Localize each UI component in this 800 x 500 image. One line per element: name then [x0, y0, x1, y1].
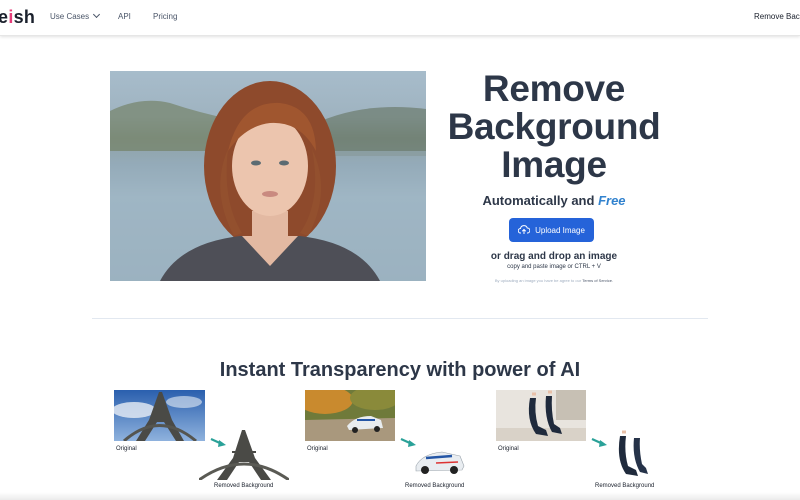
brand-logo[interactable]: eish: [0, 7, 35, 28]
eiffel-tower-cutout: [199, 430, 289, 480]
example-3-result-image: [612, 428, 652, 480]
example-3-original-image: [496, 390, 586, 441]
example-2-original-label: Original: [307, 446, 328, 452]
nav-pricing-link[interactable]: Pricing: [153, 12, 177, 21]
arrow-right-icon: [400, 437, 416, 447]
example-1-original-image: [114, 390, 205, 441]
example-1-result-image: [199, 430, 289, 480]
logo-text-suffix: sh: [13, 7, 36, 27]
rally-car-cutout: [415, 451, 465, 474]
top-navbar: eish Use Cases API Pricing Remove Back: [0, 0, 800, 36]
chevron-down-icon: [93, 10, 101, 19]
section-title: Instant Transparency with power of AI: [219, 359, 581, 381]
terms-of-service-link[interactable]: Terms of Service.: [582, 278, 613, 283]
hero-title-line-3: Image: [501, 144, 607, 185]
upload-image-label: Upload Image: [535, 225, 585, 235]
hero-title-line-2: Background: [447, 106, 661, 147]
rally-car-photo: [305, 390, 395, 441]
paste-hint-text: copy and paste image or CTRL + V: [507, 264, 601, 270]
high-heels-cutout: [618, 430, 648, 476]
cloud-upload-icon: [518, 225, 531, 234]
hero-subtitle: Automatically and Free: [440, 193, 668, 208]
hero-sample-photo: [110, 71, 426, 281]
example-1-result-label: Removed Background: [214, 483, 274, 489]
example-2-result-label: Removed Background: [405, 483, 465, 489]
nav-use-cases-label: Use Cases: [50, 12, 90, 21]
eiffel-tower-photo: [114, 390, 205, 441]
example-2-original-image: [305, 390, 395, 441]
hero-title-line-1: Remove: [482, 68, 626, 109]
terms-notice: By uploading an image you have be agree …: [440, 278, 668, 283]
nav-remove-background-link[interactable]: Remove Back: [754, 12, 800, 21]
example-3-original-label: Original: [498, 446, 519, 452]
terms-notice-text: By uploading an image you have be agree …: [494, 278, 582, 283]
nav-use-cases-dropdown[interactable]: Use Cases: [50, 10, 101, 21]
section-divider: [92, 318, 708, 319]
example-3-result-label: Removed Background: [595, 483, 655, 489]
hero-title: Remove Background Image: [440, 70, 668, 184]
example-1-original-label: Original: [116, 446, 137, 452]
nav-api-link[interactable]: API: [118, 12, 131, 21]
high-heels-photo: [496, 390, 586, 441]
arrow-right-icon: [591, 437, 607, 447]
hero-subtitle-free: Free: [598, 193, 626, 208]
drag-drop-text: or drag and drop an image: [490, 251, 618, 262]
bottom-fade: [0, 492, 800, 500]
example-2-result-image: [412, 448, 466, 476]
hero-subtitle-text: Automatically and: [482, 193, 595, 208]
upload-image-button[interactable]: Upload Image: [509, 218, 594, 242]
